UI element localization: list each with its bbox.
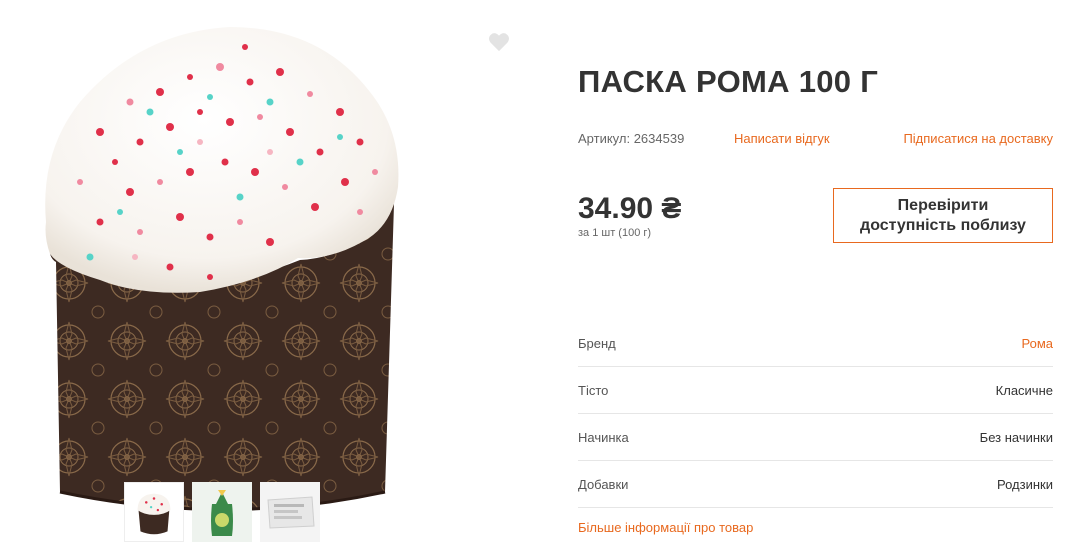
property-value: Класичне bbox=[995, 382, 1053, 398]
write-review-link[interactable]: Написати відгук bbox=[734, 131, 830, 146]
property-name: Тісто bbox=[578, 382, 609, 398]
price-unit: за 1 шт (100 г) bbox=[578, 227, 652, 239]
sku-value: 2634539 bbox=[633, 131, 685, 146]
check-availability-button[interactable]: Перевірити доступність поблизу bbox=[833, 188, 1053, 243]
product-title: ПАСКА РОМА 100 Г bbox=[578, 64, 879, 99]
product-meta: Артикул: 2634539 Написати відгук Підписа… bbox=[578, 131, 1053, 151]
thumbnail-3[interactable] bbox=[260, 482, 320, 542]
property-name: Начинка bbox=[578, 429, 629, 445]
property-name: Добавки bbox=[578, 476, 629, 492]
subscribe-delivery-link[interactable]: Підписатися на доставку bbox=[903, 131, 1053, 146]
thumbnail-1[interactable] bbox=[124, 482, 184, 542]
property-name: Бренд bbox=[578, 335, 616, 351]
property-value: Без начинки bbox=[979, 429, 1053, 445]
property-value: Родзинки bbox=[997, 476, 1053, 492]
property-row-dough: Тісто Класичне bbox=[578, 367, 1053, 414]
sku: Артикул: 2634539 bbox=[578, 131, 684, 146]
product-price: 34.90 ₴ bbox=[578, 192, 682, 225]
more-info-link[interactable]: Більше інформації про товар bbox=[578, 520, 753, 535]
product-properties: Бренд Рома Тісто Класичне Начинка Без на… bbox=[578, 320, 1053, 508]
product-gallery bbox=[0, 0, 540, 543]
property-row-brand: Бренд Рома bbox=[578, 320, 1053, 367]
thumbnail-list bbox=[124, 482, 320, 542]
product-main-image[interactable] bbox=[40, 22, 410, 522]
heart-icon[interactable] bbox=[488, 32, 510, 52]
brand-link[interactable]: Рома bbox=[1022, 336, 1054, 351]
sku-label: Артикул: bbox=[578, 131, 631, 146]
property-row-filling: Начинка Без начинки bbox=[578, 414, 1053, 461]
thumbnail-2[interactable] bbox=[192, 482, 252, 542]
property-row-additives: Добавки Родзинки bbox=[578, 461, 1053, 508]
